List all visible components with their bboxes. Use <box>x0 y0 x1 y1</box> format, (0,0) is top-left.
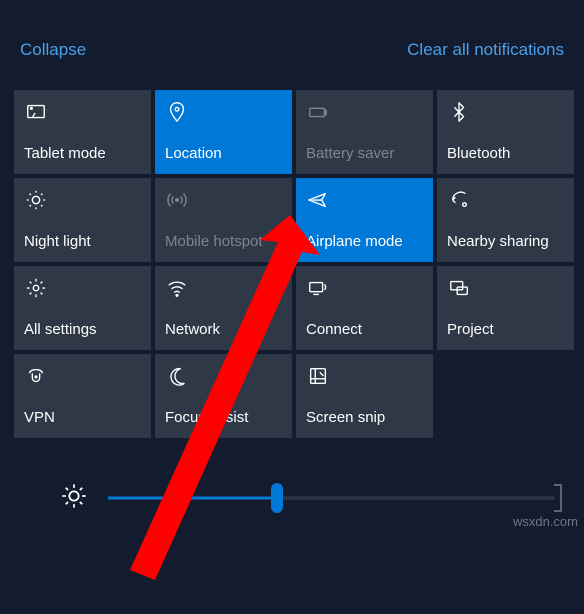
tile-label: Screen snip <box>306 409 423 426</box>
tile-label: Tablet mode <box>24 145 141 162</box>
collapse-link[interactable]: Collapse <box>20 40 86 60</box>
airplane-icon <box>306 188 330 212</box>
location-icon <box>165 100 189 124</box>
hotspot-icon <box>165 188 189 212</box>
bluetooth-icon <box>447 100 471 124</box>
moon-icon <box>165 364 189 388</box>
clear-notifications-link[interactable]: Clear all notifications <box>407 40 564 60</box>
tablet-icon <box>24 100 48 124</box>
quick-actions-grid: Tablet mode Location Battery saver Bluetoot… <box>0 90 584 438</box>
slider-thumb[interactable] <box>271 483 283 513</box>
tile-focus-assist[interactable]: Focus assist <box>155 354 292 438</box>
brightness-icon <box>60 482 88 515</box>
action-center-header: Collapse Clear all notifications <box>0 0 584 90</box>
tile-all-settings[interactable]: All settings <box>14 266 151 350</box>
tile-label: Connect <box>306 321 423 338</box>
tile-label: Focus assist <box>165 409 282 426</box>
connect-icon <box>306 276 330 300</box>
tile-label: Network <box>165 321 282 338</box>
tile-bluetooth[interactable]: Bluetooth <box>437 90 574 174</box>
brightness-row <box>0 438 584 518</box>
project-icon <box>447 276 471 300</box>
tile-vpn[interactable]: VPN <box>14 354 151 438</box>
tile-label: VPN <box>24 409 141 426</box>
tile-airplane-mode[interactable]: Airplane mode <box>296 178 433 262</box>
slider-track-fill <box>108 497 277 500</box>
tile-nearby-sharing[interactable]: Nearby sharing <box>437 178 574 262</box>
tile-label: Location <box>165 145 282 162</box>
tile-label: All settings <box>24 321 141 338</box>
tile-project[interactable]: Project <box>437 266 574 350</box>
tile-label: Nearby sharing <box>447 233 564 250</box>
tile-tablet-mode[interactable]: Tablet mode <box>14 90 151 174</box>
wifi-icon <box>165 276 189 300</box>
tile-screen-snip[interactable]: Screen snip <box>296 354 433 438</box>
tile-night-light[interactable]: Night light <box>14 178 151 262</box>
tile-label: Night light <box>24 233 141 250</box>
vpn-icon <box>24 364 48 388</box>
snip-icon <box>306 364 330 388</box>
slider-end-bracket <box>554 484 562 512</box>
tile-label: Mobile hotspot <box>165 233 282 250</box>
share-icon <box>447 188 471 212</box>
tile-label: Battery saver <box>306 145 423 162</box>
tile-network[interactable]: Network <box>155 266 292 350</box>
battery-icon <box>306 100 330 124</box>
brightness-slider[interactable] <box>108 478 554 518</box>
gear-icon <box>24 276 48 300</box>
tile-battery-saver[interactable]: Battery saver <box>296 90 433 174</box>
sun-icon <box>24 188 48 212</box>
tile-label: Project <box>447 321 564 338</box>
watermark: wsxdn.com <box>513 514 578 529</box>
tile-label: Bluetooth <box>447 145 564 162</box>
tile-connect[interactable]: Connect <box>296 266 433 350</box>
tile-label: Airplane mode <box>306 233 423 250</box>
tile-location[interactable]: Location <box>155 90 292 174</box>
tile-mobile-hotspot[interactable]: Mobile hotspot <box>155 178 292 262</box>
